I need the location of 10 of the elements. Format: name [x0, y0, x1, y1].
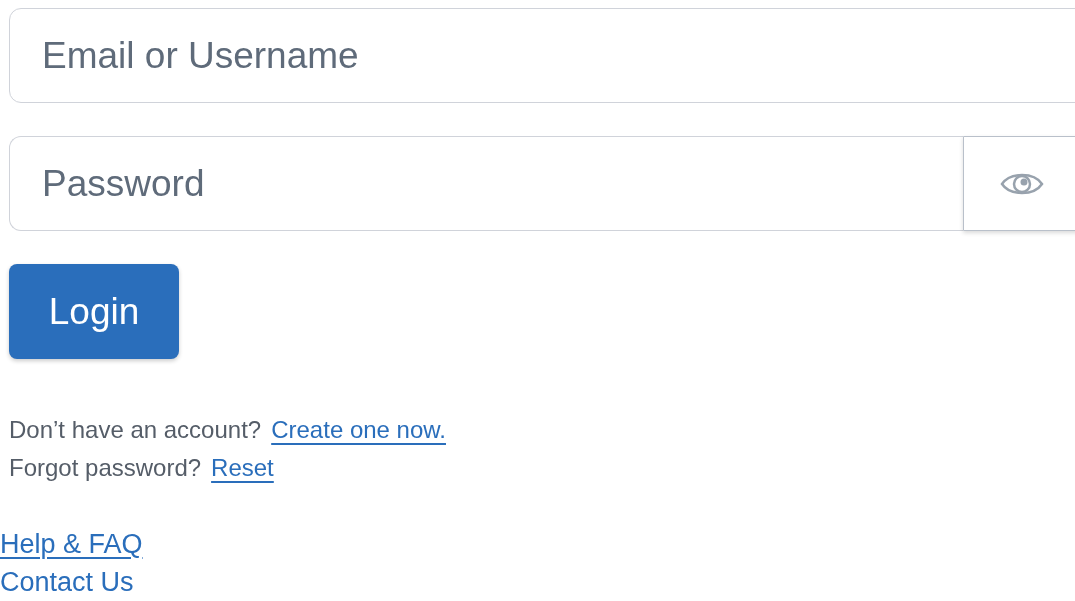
prompt-text: Forgot password?: [9, 453, 202, 483]
login-button[interactable]: Login: [9, 264, 179, 359]
prompt-text: Don’t have an account?: [9, 415, 262, 445]
footer-link[interactable]: Help & FAQ: [0, 525, 143, 563]
footer-link[interactable]: Contact Us: [0, 563, 134, 601]
prompt-link[interactable]: Reset: [211, 449, 274, 487]
show-password-button[interactable]: [963, 136, 1075, 231]
email-field[interactable]: Email or Username: [9, 8, 1075, 103]
prompt-link[interactable]: Create one now.: [271, 411, 446, 449]
password-field[interactable]: Password: [9, 136, 963, 231]
